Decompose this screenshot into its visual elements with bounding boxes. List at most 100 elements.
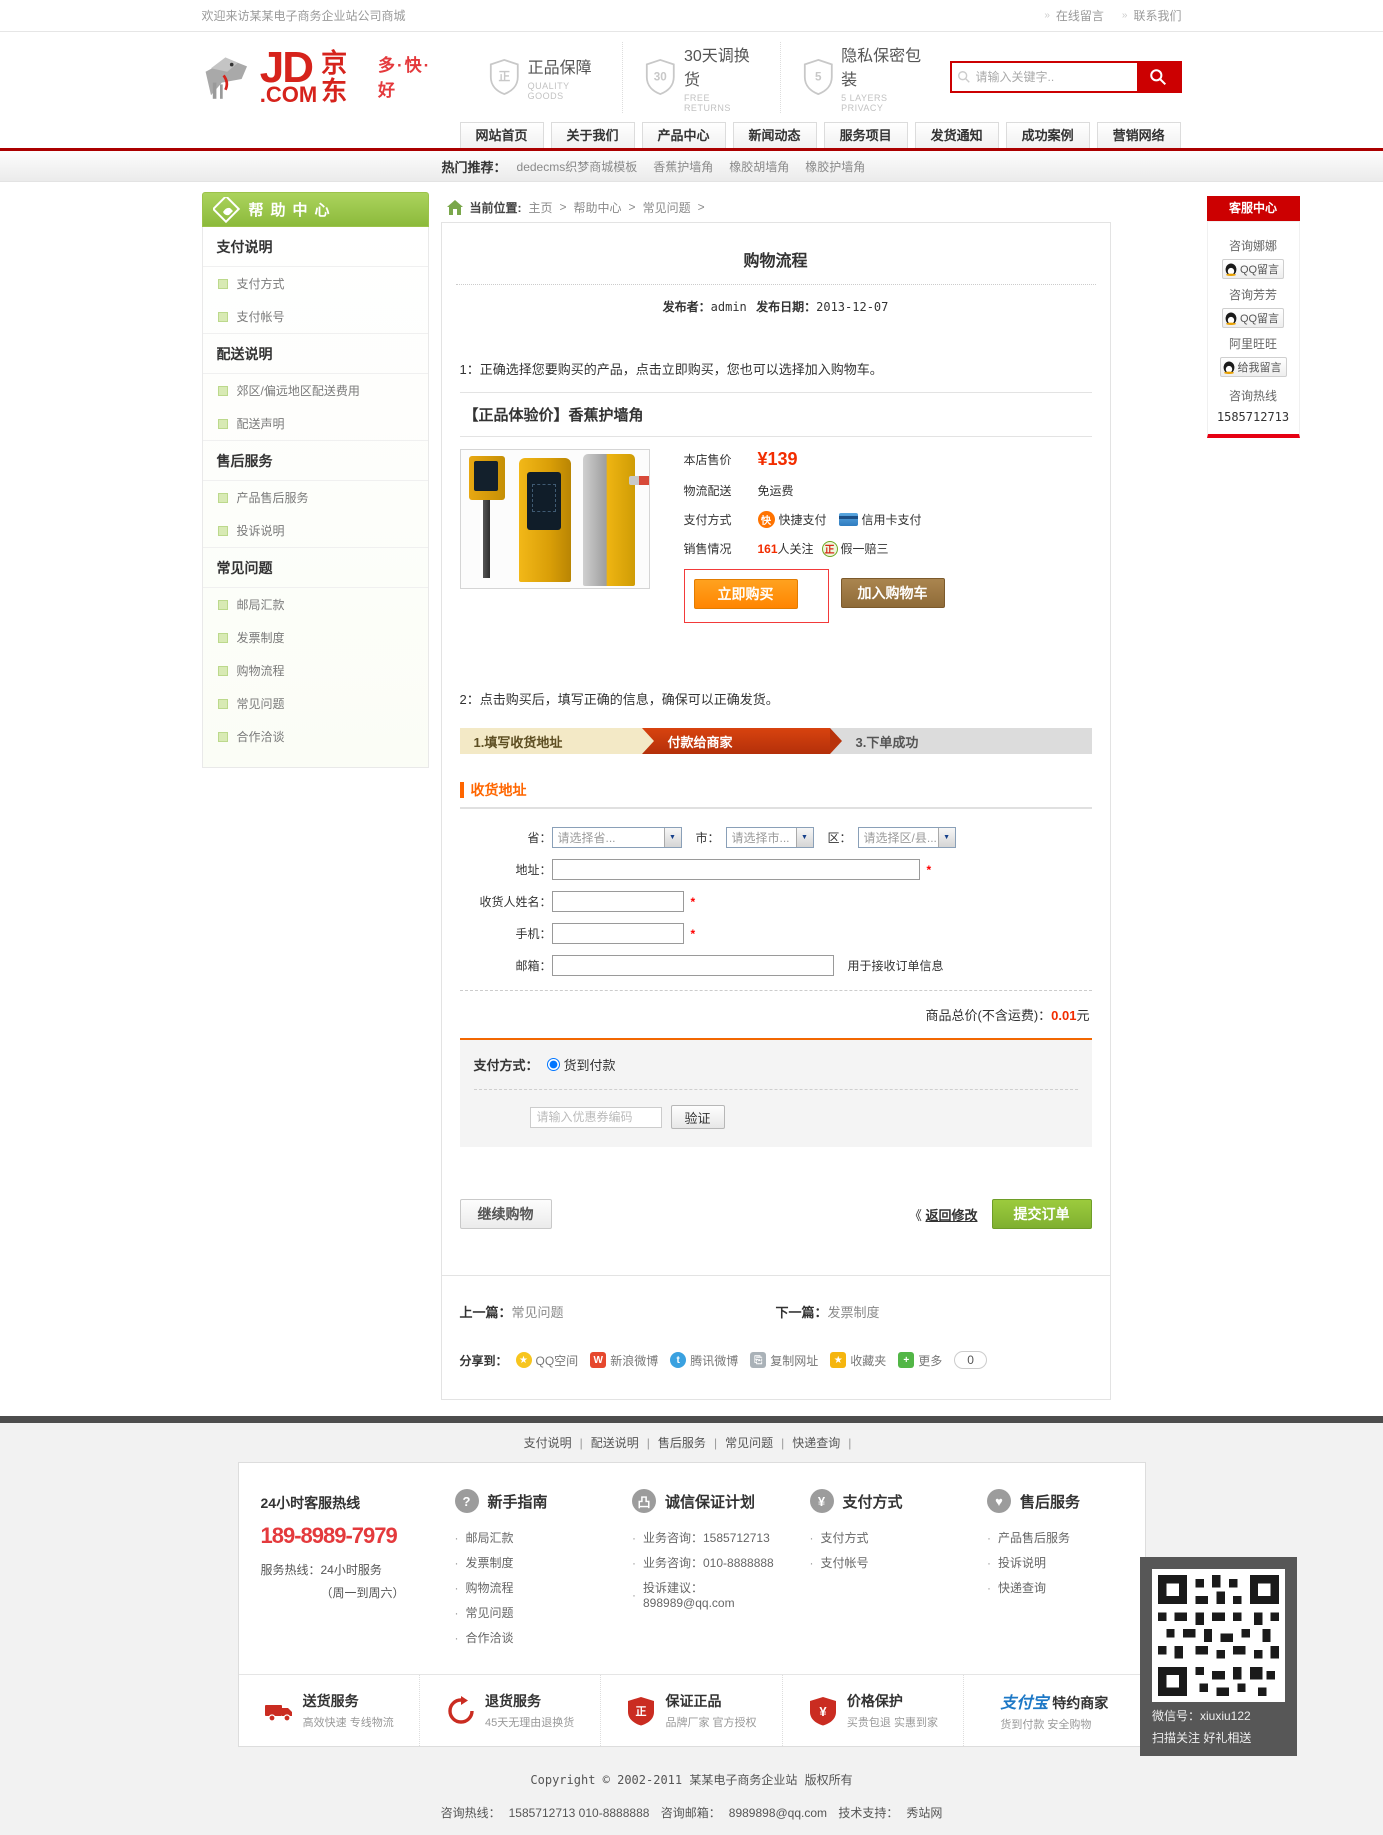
sidebar-item[interactable]: 产品售后服务: [203, 481, 428, 514]
footer-column-link[interactable]: · 投诉建议：898989@qq.com: [632, 1575, 776, 1614]
site-header: JD .COM 京东 多·快·好 正 正品保障 QUALITY GOODS 30: [202, 32, 1182, 122]
footer-column-link[interactable]: · 合作洽谈: [455, 1625, 599, 1650]
continue-shopping-button[interactable]: 继续购物: [460, 1199, 552, 1229]
province-select[interactable]: 请选择省... ▼: [552, 827, 682, 848]
sidebar-item[interactable]: 配送声明: [203, 407, 428, 440]
order-total: 商品总价(不含运费)：0.01元: [460, 990, 1092, 1034]
nav-item[interactable]: 新闻动态: [733, 122, 817, 148]
footer-nav-link[interactable]: 售后服务: [658, 1436, 706, 1450]
footer-service-price: ¥ 价格保护买贵包退 实惠到家: [782, 1675, 963, 1746]
district-label: 区：: [828, 829, 852, 846]
share-item[interactable]: W 新浪微博: [590, 1352, 658, 1369]
prev-link[interactable]: 常见问题: [512, 1305, 564, 1320]
nav-item[interactable]: 成功案例: [1006, 122, 1090, 148]
sidebar-item[interactable]: 常见问题: [203, 687, 428, 720]
address-input[interactable]: [552, 859, 920, 880]
required-mark: *: [691, 895, 696, 909]
next-link[interactable]: 发票制度: [828, 1305, 880, 1320]
breadcrumb-link-faq[interactable]: 常见问题: [643, 199, 691, 216]
footer-column-icon: ¥: [810, 1489, 834, 1513]
district-select[interactable]: 请选择区/县... ▼: [858, 827, 956, 848]
footer-nav-link[interactable]: 快递查询: [792, 1436, 840, 1450]
breadcrumb-link-help[interactable]: 帮助中心: [574, 199, 622, 216]
hot-recommend-link[interactable]: dedecms织梦商城模板: [517, 158, 638, 175]
footer-column-link[interactable]: · 投诉说明: [987, 1550, 1131, 1575]
hot-recommend-link[interactable]: 橡胶护墙角: [805, 158, 865, 175]
footer-nav-link[interactable]: 配送说明: [591, 1436, 639, 1450]
nav-item[interactable]: 服务项目: [824, 122, 908, 148]
bullet-icon: ·: [455, 1531, 459, 1545]
service-desc: 45天无理由退换货: [485, 1714, 574, 1730]
meta-date-label: 发布日期：: [756, 300, 816, 314]
sidebar-group-title: 常见问题: [203, 547, 428, 588]
phone-input[interactable]: [552, 923, 684, 944]
cod-radio[interactable]: [547, 1058, 560, 1071]
share-item[interactable]: ⎘ 复制网址: [750, 1352, 818, 1369]
back-edit-link[interactable]: 《 返回修改: [909, 1205, 978, 1224]
sidebar-group: 售后服务 产品售后服务 投诉说明: [203, 440, 428, 547]
nav-item[interactable]: 营销网络: [1097, 122, 1181, 148]
sidebar-item[interactable]: 支付帐号: [203, 300, 428, 333]
jd-logo[interactable]: JD .COM 京东 多·快·好: [202, 49, 444, 105]
share-item[interactable]: + 更多: [898, 1352, 942, 1369]
hot-recommend-link[interactable]: 橡胶胡墙角: [729, 158, 789, 175]
hot-recommend-link[interactable]: 香蕉护墙角: [653, 158, 713, 175]
footer-column-link[interactable]: · 产品售后服务: [987, 1525, 1131, 1550]
square-bullet-icon: [218, 419, 228, 429]
product-image[interactable]: [460, 449, 650, 589]
coupon-input[interactable]: [530, 1107, 662, 1128]
receiver-name-input[interactable]: [552, 891, 684, 912]
nav-item[interactable]: 关于我们: [551, 122, 635, 148]
help-hand-icon: [213, 197, 243, 223]
nav-item[interactable]: 产品中心: [642, 122, 726, 148]
footer-column-title: 新手指南: [488, 1491, 548, 1512]
share-item[interactable]: ★ 收藏夹: [830, 1352, 886, 1369]
share-item[interactable]: t 腾讯微博: [670, 1352, 738, 1369]
qq-message-button[interactable]: 给我留言: [1220, 357, 1287, 377]
search-button[interactable]: [1137, 63, 1180, 91]
share-item[interactable]: ★ QQ空间: [516, 1352, 579, 1369]
city-select[interactable]: 请选择市... ▼: [726, 827, 814, 848]
sidebar-item[interactable]: 郊区/偏远地区配送费用: [203, 374, 428, 407]
footer-column-link[interactable]: · 邮局汇款: [455, 1525, 599, 1550]
province-label: 省：: [460, 829, 552, 846]
footer-column-link[interactable]: · 支付方式: [810, 1525, 954, 1550]
footer-column-link[interactable]: · 快递查询: [987, 1575, 1131, 1600]
submit-order-button[interactable]: 提交订单: [992, 1199, 1092, 1229]
verify-coupon-button[interactable]: 验证: [671, 1105, 725, 1129]
return-arrows-icon: [446, 1696, 476, 1726]
sidebar-item[interactable]: 支付方式: [203, 267, 428, 300]
nav-item[interactable]: 发货通知: [915, 122, 999, 148]
sidebar-item[interactable]: 购物流程: [203, 654, 428, 687]
share-service-icon: W: [590, 1352, 606, 1368]
guarantee-badges: 正 正品保障 QUALITY GOODS 30 30天调换货 FREE RETU…: [467, 42, 949, 113]
sidebar-item[interactable]: 发票制度: [203, 621, 428, 654]
footer-nav-link[interactable]: 常见问题: [725, 1436, 773, 1450]
footer-column-link[interactable]: · 业务咨询：010-8888888: [632, 1550, 776, 1575]
footer-nav-link[interactable]: 支付说明: [524, 1436, 572, 1450]
topbar-link-contact[interactable]: »联系我们: [1122, 7, 1182, 24]
content-column: 当前位置: 主页 > 帮助中心 > 常见问题 > 购物流程 发布者：admin …: [441, 192, 1111, 1400]
footer-column-link[interactable]: · 发票制度: [455, 1550, 599, 1575]
search-input[interactable]: [952, 63, 1137, 91]
sidebar-item[interactable]: 合作洽谈: [203, 720, 428, 753]
breadcrumb-link-home[interactable]: 主页: [529, 199, 553, 216]
buy-now-button[interactable]: 立即购买: [694, 579, 798, 609]
nav-item[interactable]: 网站首页: [460, 122, 544, 148]
footer-box: 24小时客服热线 189-8989-7979 服务热线：24小时服务 （周一到周…: [238, 1462, 1146, 1747]
guarantee-badge: 5 隐私保密包装 5 LAYERS PRIVACY: [781, 42, 950, 113]
qq-message-button[interactable]: QQ留言: [1222, 259, 1284, 279]
share-service-icon: ★: [516, 1352, 532, 1368]
footer-column-link[interactable]: · 业务咨询：1585712713: [632, 1525, 776, 1550]
topbar-link-message[interactable]: »在线留言: [1044, 7, 1104, 24]
email-input[interactable]: [552, 955, 834, 976]
qr-code: [1152, 1569, 1285, 1702]
footer-tech-value[interactable]: 秀站网: [906, 1806, 942, 1820]
footer-column-link[interactable]: · 支付帐号: [810, 1550, 954, 1575]
footer-column-link[interactable]: · 购物流程: [455, 1575, 599, 1600]
sidebar-item[interactable]: 邮局汇款: [203, 588, 428, 621]
sidebar-item[interactable]: 投诉说明: [203, 514, 428, 547]
qq-message-button[interactable]: QQ留言: [1222, 308, 1284, 328]
footer-column-link[interactable]: · 常见问题: [455, 1600, 599, 1625]
add-to-cart-button[interactable]: 加入购物车: [841, 578, 945, 608]
